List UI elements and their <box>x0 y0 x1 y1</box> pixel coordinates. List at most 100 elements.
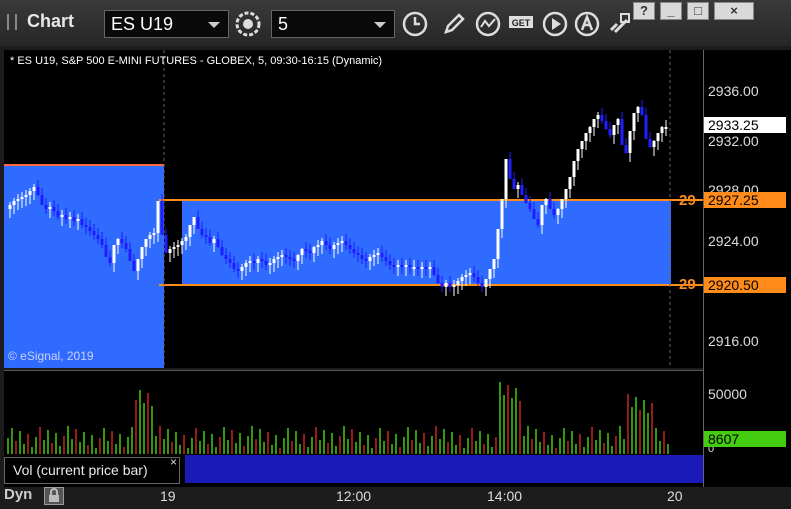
zone-top-price-tag: 2927.25 <box>704 192 786 208</box>
close-icon[interactable]: × <box>170 455 177 469</box>
alert-icon[interactable] <box>573 10 601 38</box>
study-icon[interactable] <box>474 10 502 38</box>
zone-top-side-label: 29 <box>679 192 696 209</box>
candle-body <box>172 247 176 249</box>
candle-body <box>272 259 276 263</box>
pencil-draw-icon[interactable] <box>440 10 468 38</box>
candle-body <box>312 247 316 253</box>
chart-description: * ES U19, S&P 500 E-MINI FUTURES - GLOBE… <box>10 55 383 67</box>
candle-body <box>256 259 260 263</box>
play-replay-icon[interactable] <box>541 10 569 38</box>
drag-grip-icon[interactable] <box>7 14 17 30</box>
candle-body <box>28 191 32 195</box>
candle-body <box>352 249 356 253</box>
candle-body <box>644 115 648 139</box>
zone-bottom-side-label: 29 <box>679 276 696 293</box>
time-tick: 12:00 <box>336 488 372 504</box>
price-axis[interactable] <box>703 50 791 487</box>
candle-body <box>320 241 324 245</box>
candle-body <box>564 189 568 199</box>
candle-body <box>104 245 108 257</box>
volume-label-bar <box>185 455 703 483</box>
candle-body <box>420 267 424 269</box>
dynamic-mode-label[interactable]: Dyn <box>4 486 32 503</box>
candle-body <box>576 149 580 161</box>
lock-icon[interactable] <box>44 487 64 505</box>
candle-body <box>524 195 528 203</box>
candle-body <box>236 269 240 271</box>
candle-body <box>624 145 628 153</box>
candle-body <box>572 161 576 177</box>
candle-body <box>648 139 652 147</box>
candle-body <box>472 273 476 277</box>
candle-body <box>604 121 608 129</box>
candle-body <box>380 253 384 257</box>
window-title: Chart <box>27 11 75 31</box>
candle-body <box>64 215 68 219</box>
candle-body <box>384 257 388 261</box>
candle-body <box>628 131 632 153</box>
candle-body <box>512 179 516 189</box>
candle-body <box>152 233 156 235</box>
minimize-button[interactable]: _ <box>660 2 682 20</box>
candle-body <box>192 217 196 225</box>
candle-body <box>176 245 180 247</box>
candle-body <box>200 229 204 235</box>
settings-gear-icon[interactable] <box>234 10 262 38</box>
candle-body <box>260 259 264 261</box>
candle-body <box>144 239 148 247</box>
candle-body <box>16 199 20 201</box>
candle-body <box>476 277 480 283</box>
candle-body <box>448 283 452 287</box>
candle-body <box>280 255 284 257</box>
link-icon[interactable] <box>605 10 633 38</box>
candle-body <box>284 255 288 257</box>
candle-body <box>288 257 292 259</box>
candle-body <box>240 267 244 271</box>
maximize-button[interactable]: □ <box>687 2 709 20</box>
candle-body <box>468 273 472 275</box>
price-tick: 2916.00 <box>708 333 759 349</box>
candle-body <box>376 253 380 255</box>
candle-body <box>156 201 160 233</box>
candle-body <box>92 231 96 235</box>
time-tick: 14:00 <box>487 488 523 504</box>
candle-body <box>88 227 92 231</box>
candle-body <box>56 211 60 217</box>
candle-body <box>184 237 188 241</box>
candle-body <box>96 235 100 239</box>
candle-body <box>80 219 84 225</box>
candle-body <box>52 207 56 211</box>
candle-body <box>396 265 400 267</box>
candle-body <box>348 245 352 249</box>
candle-body <box>216 239 220 247</box>
candle-body <box>392 265 396 267</box>
clock-icon[interactable] <box>401 10 429 38</box>
candle-body <box>664 127 668 129</box>
candle-body <box>636 107 640 113</box>
interval-selector[interactable]: 5 <box>271 10 395 38</box>
candle-body <box>400 265 404 267</box>
svg-text:GET: GET <box>512 18 531 28</box>
symbol-selector[interactable]: ES U19 <box>104 10 229 38</box>
candle-body <box>516 185 520 189</box>
candle-body <box>552 209 556 215</box>
candle-body <box>12 201 16 205</box>
candle-body <box>228 259 232 263</box>
close-button[interactable]: × <box>714 2 754 20</box>
candle-body <box>128 249 132 261</box>
candle-body <box>140 247 144 259</box>
candle-body <box>596 115 600 119</box>
candle-body <box>456 281 460 285</box>
volume-canvas <box>7 382 669 454</box>
last-price-tag: 2933.25 <box>704 117 786 133</box>
candle-body <box>652 141 656 147</box>
candle-body <box>504 159 508 199</box>
help-button[interactable]: ? <box>633 2 655 20</box>
candle-body <box>632 113 636 131</box>
candle-body <box>316 245 320 247</box>
candle-body <box>544 199 548 205</box>
candle-body <box>8 205 12 209</box>
candle-body <box>196 217 200 229</box>
get-data-icon[interactable]: GET <box>507 10 535 38</box>
